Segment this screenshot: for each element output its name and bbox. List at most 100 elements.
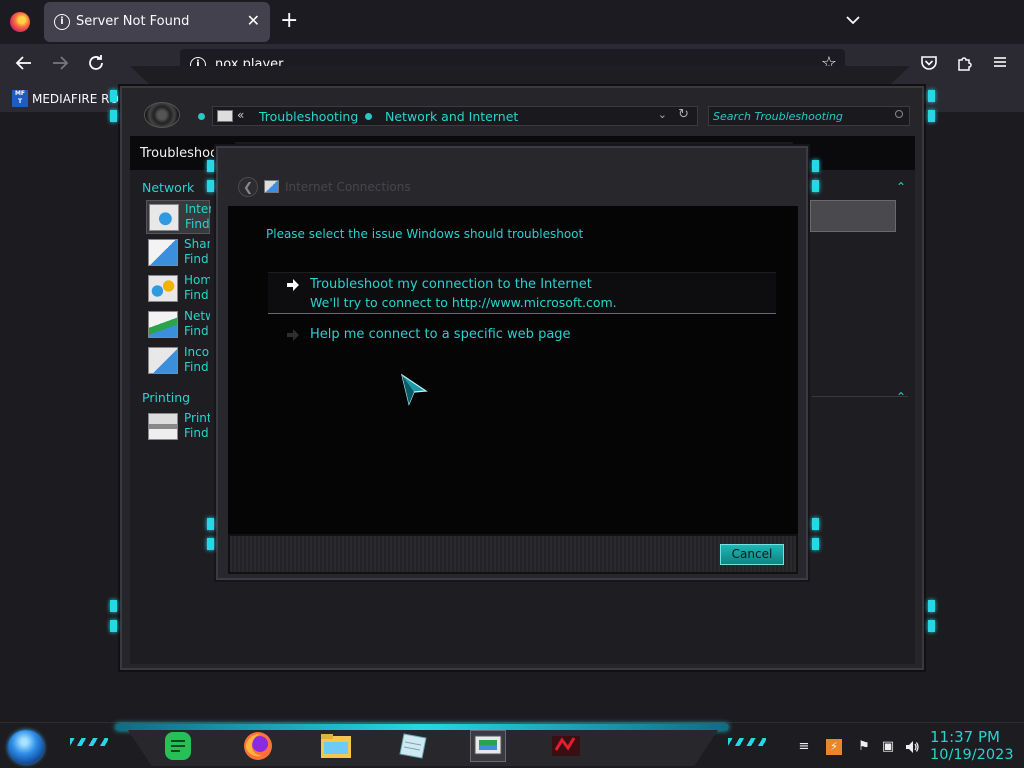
- selected-item-highlight: [810, 200, 896, 232]
- tab-close-button[interactable]: ✕: [247, 11, 260, 30]
- incoming-connections-icon: [148, 347, 178, 374]
- section-network: Network: [142, 180, 195, 195]
- info-icon: i: [54, 14, 70, 30]
- network-adapter-icon: [148, 311, 178, 338]
- glow-accent: [207, 160, 214, 172]
- item-title: Internet: [185, 202, 211, 216]
- refresh-icon[interactable]: ↻: [678, 107, 689, 122]
- control-panel-app-button[interactable]: [470, 730, 506, 762]
- item-incoming-connections[interactable]: Incoming Find: [146, 344, 210, 378]
- dialog-footer: [228, 534, 798, 574]
- network-disconnected-icon[interactable]: ▣: [880, 739, 896, 755]
- new-tab-button[interactable]: +: [280, 8, 298, 34]
- address-bar[interactable]: « Troubleshooting Network and Internet ⌄…: [212, 106, 698, 126]
- window-orb-icon[interactable]: [144, 102, 180, 128]
- option-1-title[interactable]: Troubleshoot my connection to the Intern…: [310, 277, 592, 292]
- item-homegroup[interactable]: HomeGroup Find: [146, 272, 210, 306]
- network-troubleshooter-icon: [264, 180, 279, 193]
- start-button[interactable]: [8, 730, 44, 764]
- globe-icon: [149, 204, 179, 231]
- folder-icon: [321, 734, 351, 758]
- glow-accent: [110, 620, 117, 632]
- arrow-right-icon: [287, 279, 299, 291]
- glow-accent: [928, 620, 935, 632]
- glow-accent: [207, 518, 214, 530]
- firefox-app-button[interactable]: [240, 730, 276, 762]
- glow-accent: [928, 600, 935, 612]
- browser-tab-bar: i Server Not Found ✕ +: [0, 0, 1024, 44]
- media-app-icon: [552, 736, 580, 756]
- item-subtitle: Find: [184, 288, 209, 302]
- volume-icon[interactable]: [904, 739, 920, 755]
- bookmark-mediafire[interactable]: MEDIAFIRE RO: [32, 92, 119, 106]
- glow-accent: [928, 110, 935, 122]
- item-title: Printer: [184, 411, 210, 425]
- option-1-subtitle: We'll try to connect to http://www.micro…: [310, 295, 617, 310]
- firefox-icon: [10, 12, 30, 32]
- dialog-body: [228, 206, 798, 534]
- collapse-network-icon[interactable]: ⌃: [896, 180, 906, 194]
- tab-title: Server Not Found: [76, 14, 190, 29]
- clock-time[interactable]: 11:37 PM: [930, 728, 1000, 746]
- item-subtitle: Find: [184, 324, 209, 338]
- screen: i Server Not Found ✕ + i nox player ☆ MF…: [0, 0, 1024, 768]
- glow-accent: [928, 90, 935, 102]
- item-internet-connections[interactable]: Internet Find: [146, 200, 211, 234]
- control-panel-icon: [474, 735, 502, 755]
- search-box[interactable]: Search Troubleshooting: [708, 106, 910, 126]
- pocket-icon: [921, 56, 937, 70]
- breadcrumb-network-internet[interactable]: Network and Internet: [385, 109, 518, 124]
- nav-dot-icon: [198, 113, 205, 120]
- extensions-icon: [958, 57, 972, 71]
- forward-button[interactable]: [50, 53, 70, 78]
- section-printing: Printing: [142, 390, 191, 405]
- pocket-button[interactable]: [920, 54, 938, 77]
- glow-accent: [207, 180, 214, 192]
- glow-accent: [812, 538, 819, 550]
- extensions-button[interactable]: [956, 54, 974, 77]
- notes-app-icon: [165, 732, 191, 760]
- collapse-printing-icon[interactable]: ⌃: [896, 390, 906, 404]
- search-icon: [895, 110, 903, 118]
- tray-app-icon[interactable]: ⚡: [826, 739, 842, 755]
- homegroup-icon: [148, 275, 178, 302]
- printer-icon: [148, 413, 178, 440]
- breadcrumb-overflow[interactable]: «: [237, 108, 244, 122]
- taskbar-decoration: [728, 738, 766, 746]
- breadcrumb-troubleshooting[interactable]: Troubleshooting: [259, 109, 358, 124]
- file-explorer-app-button[interactable]: [318, 730, 354, 762]
- reload-button[interactable]: [86, 53, 106, 78]
- menu-button[interactable]: [992, 54, 1008, 75]
- browser-tab[interactable]: i Server Not Found ✕: [44, 2, 270, 42]
- tab-list-button[interactable]: [846, 10, 860, 29]
- dialog-title: Internet Connections: [285, 180, 411, 194]
- item-title: Incoming: [184, 345, 210, 359]
- action-center-icon[interactable]: ⚑: [856, 739, 872, 755]
- mediafire-bookmark-icon: MF T: [12, 90, 28, 107]
- arrow-right-icon: [287, 329, 299, 341]
- back-icon: [15, 56, 31, 70]
- glow-accent: [812, 160, 819, 172]
- glow-accent: [110, 600, 117, 612]
- item-network-adapter[interactable]: Network Find: [146, 308, 210, 342]
- item-shared-folders[interactable]: Shared Find: [146, 236, 210, 270]
- option-help-specific-page[interactable]: Help me connect to a specific web page: [310, 327, 571, 342]
- section-divider: [812, 396, 908, 397]
- media-app-button[interactable]: [548, 730, 584, 762]
- breadcrumb-separator-icon: [365, 113, 372, 120]
- back-button[interactable]: [14, 53, 34, 78]
- glow-accent: [207, 538, 214, 550]
- cancel-button[interactable]: Cancel: [720, 544, 784, 565]
- search-input[interactable]: Search Troubleshooting: [713, 110, 843, 123]
- clock-date[interactable]: 10/19/2023: [930, 747, 1014, 763]
- notes-app-button[interactable]: [160, 730, 196, 762]
- dialog-back-button[interactable]: ❮: [238, 177, 258, 197]
- notepad-icon: [399, 733, 427, 759]
- dialog-prompt: Please select the issue Windows should t…: [266, 227, 584, 241]
- item-subtitle: Find: [184, 360, 209, 374]
- taskbar-decoration: [70, 738, 108, 746]
- address-dropdown-icon[interactable]: ⌄: [658, 108, 667, 121]
- notepad-app-button[interactable]: [396, 730, 432, 762]
- glow-accent: [110, 90, 117, 102]
- item-printer[interactable]: Printer Find: [146, 410, 210, 444]
